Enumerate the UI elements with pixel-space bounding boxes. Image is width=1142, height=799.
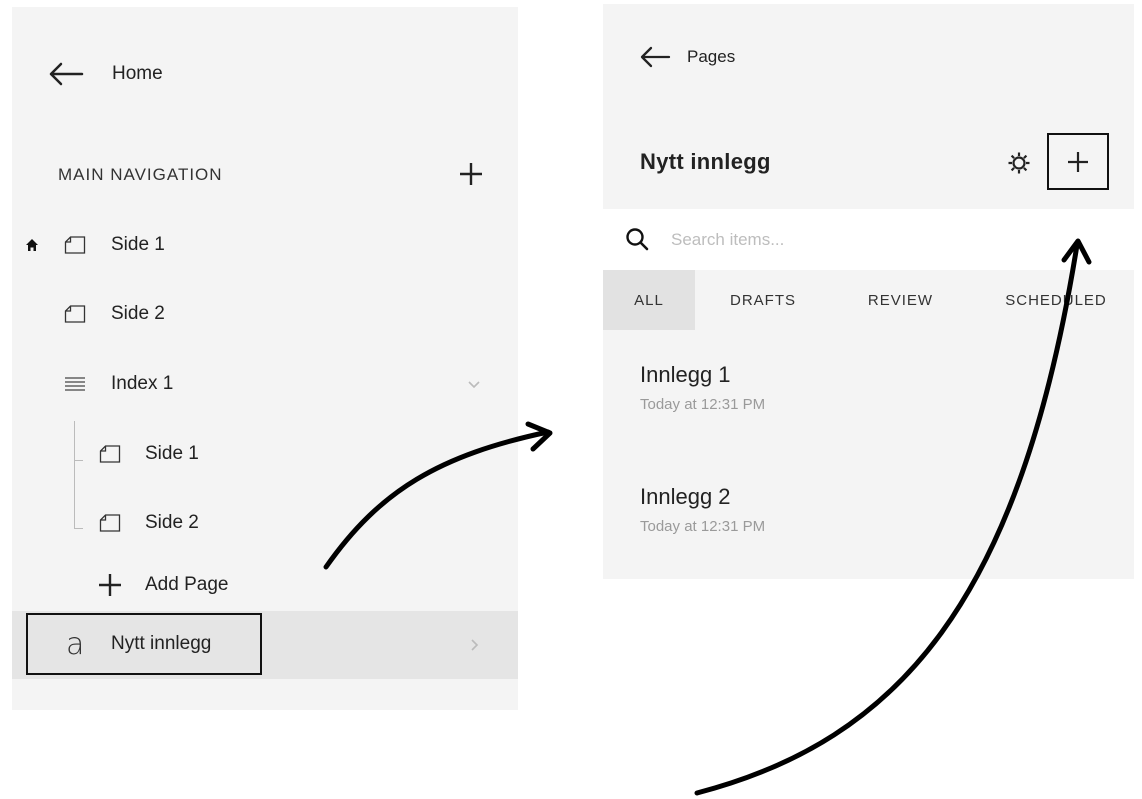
page-icon [99, 445, 121, 463]
home-back-label: Home [112, 63, 163, 84]
nav-item-index-child-side-2[interactable]: Side 2 [12, 503, 518, 543]
pages-back-label: Pages [687, 47, 736, 66]
nav-item-index-child-side-1[interactable]: Side 1 [12, 434, 518, 474]
nav-item-label: Index 1 [111, 373, 174, 394]
post-timestamp: Today at 12:31 PM [640, 396, 766, 413]
arrow-left-icon [640, 46, 671, 68]
post-item[interactable]: Innlegg 1 Today at 12:31 PM [640, 362, 765, 413]
nav-item-label: Side 2 [111, 303, 165, 324]
post-title: Innlegg 2 [640, 484, 731, 509]
search-bar [603, 209, 1134, 270]
search-input[interactable] [669, 226, 1073, 254]
nav-item-label: Side 1 [111, 234, 165, 255]
arrow-left-icon [49, 62, 84, 86]
add-page-button[interactable]: Add Page [12, 565, 518, 605]
plus-icon [1068, 151, 1088, 172]
home-back-link[interactable]: Home [48, 59, 163, 89]
blog-collection-icon: a [66, 627, 85, 662]
nav-item-side-1[interactable]: Side 1 [12, 225, 518, 265]
site-navigation-panel: Home MAIN NAVIGATION Side 1 Side 2 Index… [12, 7, 518, 710]
pages-back-link[interactable]: Pages [639, 44, 735, 70]
nav-item-index-1[interactable]: Index 1 [12, 364, 518, 404]
home-icon [26, 239, 38, 251]
search-icon [626, 228, 649, 251]
post-item[interactable]: Innlegg 2 Today at 12:31 PM [640, 484, 765, 535]
add-page-label: Add Page [145, 574, 229, 595]
annotation-arrowhead [525, 421, 553, 452]
blog-collection-panel: Pages Nytt innlegg ALL DRAFTS REVIEW SCH… [603, 4, 1134, 579]
post-title: Innlegg 1 [640, 362, 731, 387]
nav-item-label: Side 2 [145, 512, 199, 533]
nav-item-label: Nytt innlegg [111, 633, 212, 654]
post-timestamp: Today at 12:31 PM [640, 518, 766, 535]
chevron-right-icon[interactable] [467, 638, 481, 652]
index-list-icon [65, 377, 85, 391]
filter-tabs: ALL DRAFTS REVIEW SCHEDULED [603, 270, 1134, 330]
page-icon [64, 305, 86, 323]
tab-drafts[interactable]: DRAFTS [713, 270, 813, 330]
chevron-down-icon[interactable] [467, 377, 481, 391]
tab-scheduled[interactable]: SCHEDULED [996, 270, 1116, 330]
gear-icon[interactable] [1007, 151, 1031, 175]
nav-item-side-2[interactable]: Side 2 [12, 294, 518, 334]
tab-review[interactable]: REVIEW [853, 270, 948, 330]
tab-all[interactable]: ALL [603, 270, 695, 330]
plus-icon [99, 574, 121, 596]
nav-item-label: Side 1 [145, 443, 199, 464]
main-navigation-heading: MAIN NAVIGATION [58, 165, 223, 184]
collection-title: Nytt innlegg [640, 149, 771, 174]
add-navigation-item-icon[interactable] [459, 162, 483, 186]
page-icon [64, 236, 86, 254]
page-icon [99, 514, 121, 532]
add-post-button[interactable] [1047, 133, 1109, 190]
